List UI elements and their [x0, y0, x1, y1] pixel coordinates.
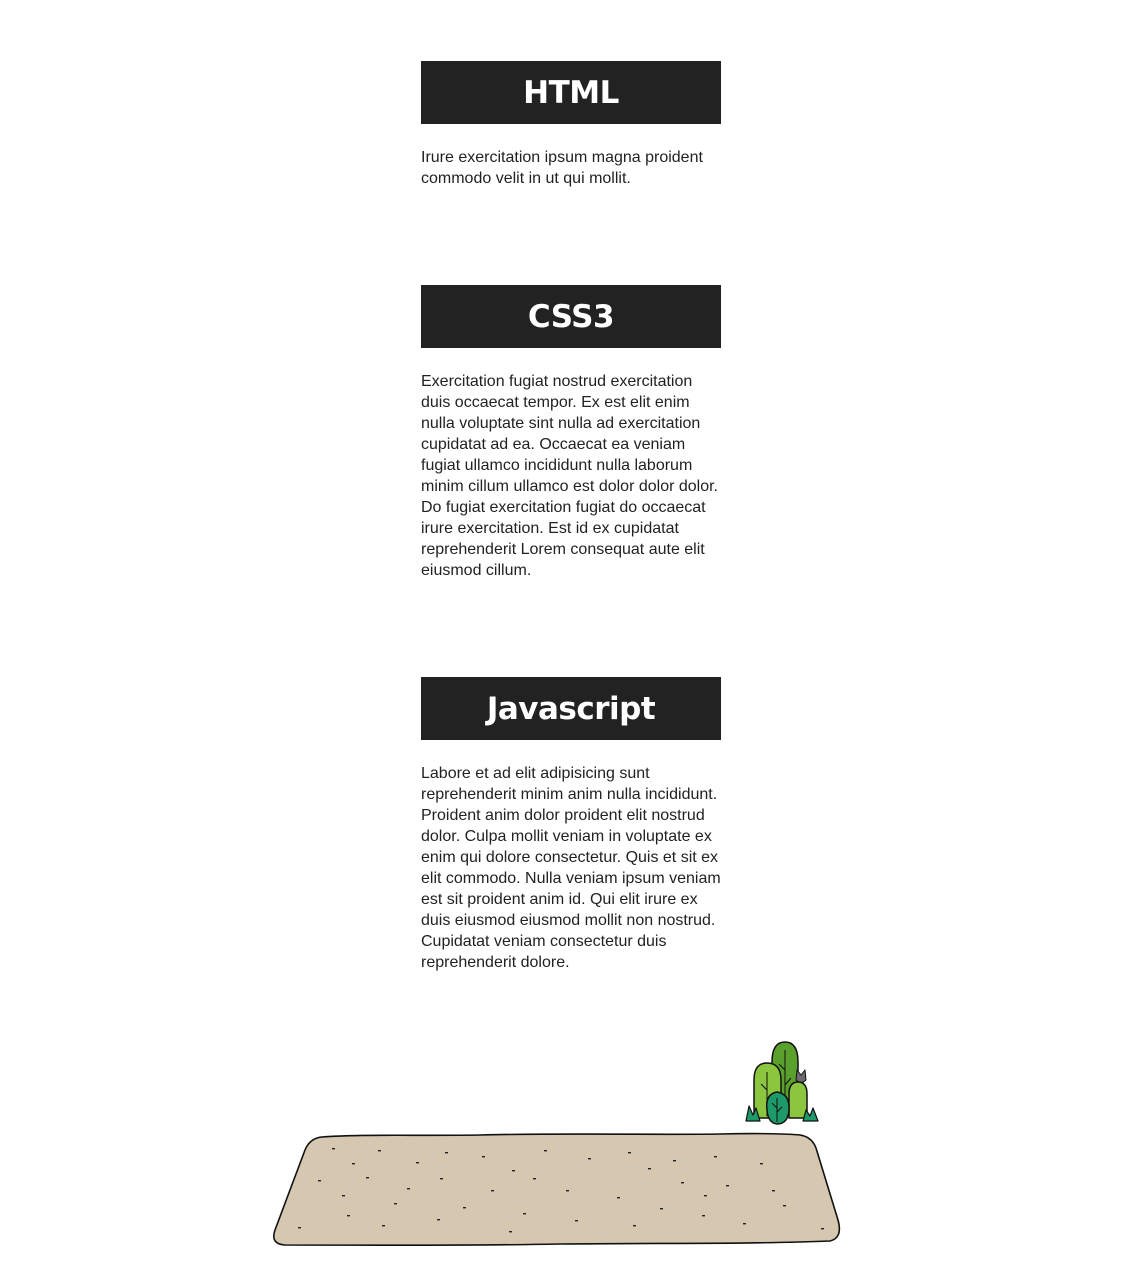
section-html: HTML Irure exercitation ipsum magna proi…: [421, 61, 721, 189]
ground-scene: [272, 1041, 841, 1247]
bush-illustration: [745, 1041, 819, 1125]
section-javascript: Javascript Labore et ad elit adipisicing…: [421, 677, 721, 973]
section-text-html: Irure exercitation ipsum magna proident …: [421, 149, 703, 187]
section-css3: CSS3 Exercitation fugiat nostrud exercit…: [421, 285, 721, 581]
section-text-javascript: Labore et ad elit adipisicing sunt repre…: [421, 765, 721, 971]
section-heading-css3: CSS3: [421, 285, 721, 348]
section-heading-html: HTML: [421, 61, 721, 124]
section-text-css3: Exercitation fugiat nostrud exercitation…: [421, 373, 718, 579]
section-heading-javascript: Javascript: [421, 677, 721, 740]
dirt-ground-illustration: [272, 1132, 841, 1247]
